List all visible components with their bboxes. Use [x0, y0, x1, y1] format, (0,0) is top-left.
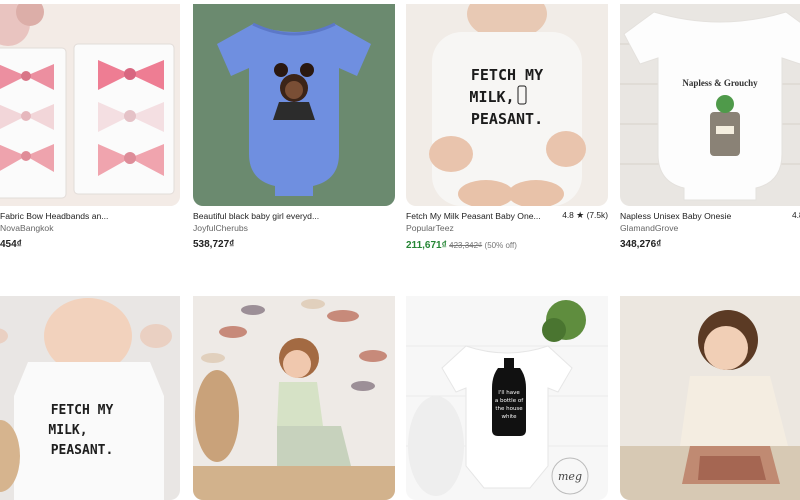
print-line: PEASANT.	[51, 443, 114, 458]
shop-name[interactable]: NovaBangkok	[0, 222, 54, 234]
listing-price: 348,276₫	[620, 239, 662, 250]
bottle-text: I'll have	[498, 390, 520, 396]
listing-image[interactable]	[0, 4, 180, 206]
shop-name[interactable]: JoyfulCherubs	[193, 222, 248, 234]
shop-name[interactable]: GlamandGrove	[620, 222, 678, 234]
shop-name[interactable]: PopularTeez	[406, 222, 454, 234]
listing-price: 454₫	[0, 239, 22, 250]
listing-price: 538,727₫	[193, 239, 235, 250]
listing-title[interactable]: Fetch My Milk Peasant Baby One...	[406, 210, 541, 222]
price-row: 211,671₫ 423,342₫ (50% off)	[406, 239, 517, 252]
sale-price: 211,671₫	[406, 240, 447, 251]
listing-title[interactable]: Beautiful black baby girl everyd...	[193, 210, 319, 222]
discount-badge: (50% off)	[484, 241, 517, 250]
listing-image[interactable]: FETCH MY MILK, PEASANT.	[0, 296, 180, 500]
listing-title[interactable]: Fabric Bow Headbands an...	[0, 210, 108, 222]
rating-value: 4.8	[562, 210, 574, 220]
listing-image[interactable]: Napless & Grouchy	[620, 4, 800, 206]
listing-image[interactable]	[620, 296, 800, 500]
svg-text:a bottle of: a bottle of	[495, 398, 524, 404]
shop-logo: meg	[558, 470, 582, 483]
rating-value: 4.8	[791, 210, 800, 220]
review-count: (7.5k)	[586, 210, 608, 220]
listing-title[interactable]: Napless Unisex Baby Onesie	[620, 210, 731, 222]
print-line: MILK,	[48, 423, 87, 438]
svg-text:the house: the house	[495, 406, 523, 412]
print-line: MILK,	[469, 88, 514, 106]
print-line: FETCH MY	[51, 403, 114, 418]
rating: 4.8 ★ (7.5k)	[562, 210, 608, 221]
star-icon: ★	[576, 210, 585, 220]
listing-image[interactable]	[193, 4, 395, 206]
print-line: FETCH MY	[471, 66, 543, 84]
original-price: 423,342₫	[449, 241, 483, 250]
listing-image[interactable]: FETCH MY MILK, PEASANT.	[406, 4, 608, 206]
print-line: PEASANT.	[471, 110, 543, 128]
print-text: Napless & Grouchy	[682, 78, 758, 88]
listing-image[interactable]: I'll have a bottle of the house white me…	[406, 296, 608, 500]
svg-text:white: white	[501, 414, 517, 420]
rating: 4.8 ★	[792, 210, 800, 221]
listing-image[interactable]	[193, 296, 395, 500]
